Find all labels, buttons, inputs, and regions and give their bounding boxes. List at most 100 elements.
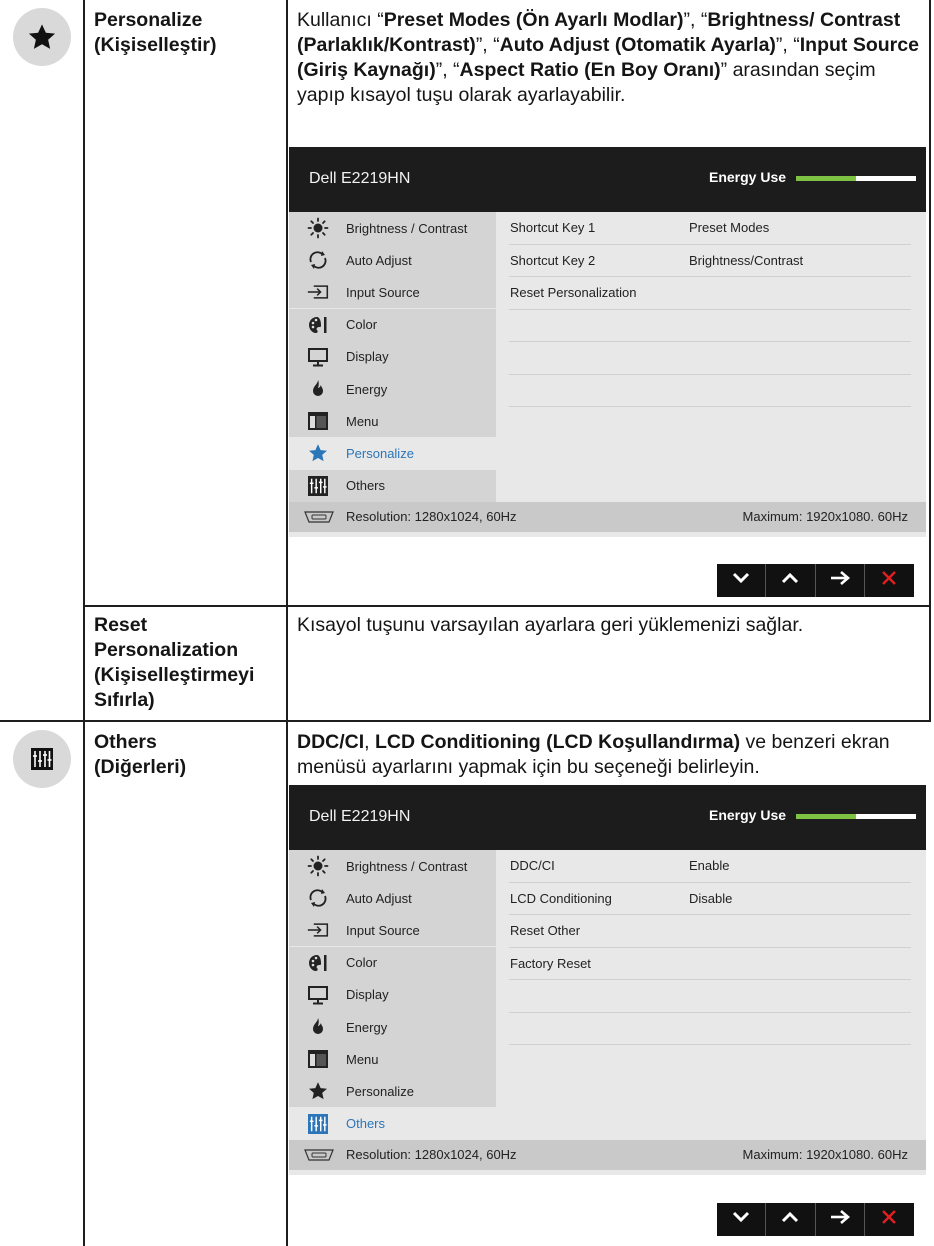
desc-bold: LCD Conditioning (LCD Koşullandırma) — [375, 731, 741, 753]
auto-adjust-icon — [307, 887, 329, 909]
osd-menu-item[interactable]: Menu — [289, 405, 496, 438]
osd-setting-row[interactable]: LCD Conditioning Disable — [509, 883, 911, 915]
osd-model-name: Dell E2219HN — [309, 170, 411, 187]
osd-menu-item[interactable]: Color — [289, 308, 496, 341]
osd-footer: Resolution: 1280x1024, 60Hz Maximum: 192… — [289, 1140, 926, 1170]
osd-setting-key: Shortcut Key 1 — [510, 220, 596, 236]
osd-setting-row[interactable]: DDC/CI Enable — [509, 850, 911, 883]
maximum-resolution-text: Maximum: 1920x1080. 60Hz — [742, 1147, 908, 1162]
osd-menu-item[interactable]: Menu — [289, 1043, 496, 1076]
chevron-up-icon — [780, 1210, 800, 1229]
others-section-icon — [13, 730, 71, 788]
brightness-icon — [307, 217, 329, 239]
reset-label-line1: Reset — [94, 614, 148, 636]
energy-use-bar — [796, 814, 916, 819]
osd-menu-item[interactable]: Energy — [289, 1011, 496, 1043]
personalize-icon — [307, 1080, 329, 1102]
osd-menu-item[interactable]: Input Source — [289, 276, 496, 309]
osd-setting-row[interactable]: Reset Other — [509, 915, 911, 948]
personalize-icon — [307, 442, 329, 464]
osd-menu-item[interactable]: Display — [289, 978, 496, 1011]
table-border-left — [83, 0, 85, 1246]
osd-setting-row[interactable]: Factory Reset — [509, 948, 911, 980]
energy-use-fill — [796, 814, 856, 819]
chevron-down-button[interactable] — [717, 1203, 767, 1236]
close-button[interactable] — [865, 564, 914, 597]
color-icon — [307, 952, 329, 974]
osd-empty-row — [509, 310, 911, 342]
osd-menu-item[interactable]: Others — [289, 1107, 496, 1140]
osd-menu-item-label: Color — [346, 955, 378, 971]
osd-menu-item-label: Brightness / Contrast — [346, 220, 468, 236]
brightness-icon — [307, 855, 329, 877]
osd-menu-item[interactable]: Brightness / Contrast — [289, 850, 496, 882]
osd-menu-item[interactable]: Energy — [289, 373, 496, 405]
resolution-connector-icon — [302, 510, 336, 527]
osd-setting-row[interactable]: Shortcut Key 2 Brightness/Contrast — [509, 245, 911, 277]
osd-setting-row[interactable]: Shortcut Key 1 Preset Modes — [509, 212, 911, 245]
others-label-line2: (Diğerleri) — [94, 756, 187, 778]
osd-setting-key: Reset Other — [510, 923, 581, 939]
osd-menu-item[interactable]: Auto Adjust — [289, 882, 496, 915]
reset-label-line2: Personalization — [94, 639, 239, 661]
osd-menu-item[interactable]: Personalize — [289, 437, 496, 470]
chevron-up-icon — [780, 571, 800, 590]
arrow-right-icon — [829, 570, 851, 591]
desc-bold: Auto Adjust (Otomatik Ayarla) — [499, 34, 776, 56]
osd-setting-value: Enable — [689, 858, 730, 874]
osd-content: Shortcut Key 1 Preset Modes Shortcut Key 2… — [496, 212, 926, 502]
osd-menu-item[interactable]: Auto Adjust — [289, 244, 496, 277]
osd-empty-row — [509, 342, 911, 375]
desc-text: ”, “ — [435, 59, 460, 81]
osd-personalize: Dell E2219HN Energy Use Brightness / Con… — [289, 147, 926, 537]
others-icon — [307, 475, 329, 497]
resolution-text: Resolution: 1280x1024, 60Hz — [346, 509, 517, 524]
chevron-down-button[interactable] — [717, 564, 767, 597]
osd-empty-row — [509, 375, 911, 407]
chevron-down-icon — [731, 1210, 751, 1229]
osd-menu-item-label: Energy — [346, 1019, 388, 1035]
osd-menu-item[interactable]: Display — [289, 340, 496, 373]
osd-menu-item-label: Input Source — [346, 284, 420, 300]
osd-menu-item-label: Energy — [346, 381, 388, 397]
personalize-label-line2: (Kişiselleştir) — [94, 34, 217, 56]
reset-personalization-description: Kısayol tuşunu varsayılan ayarlara geri … — [297, 614, 804, 636]
personalize-description: Kullanıcı “Preset Modes (Ön Ayarlı Modla… — [297, 8, 925, 108]
osd-menu: Brightness / Contrast Auto Adjust Input So… — [289, 212, 496, 502]
osd-menu-item[interactable]: Color — [289, 946, 496, 979]
chevron-down-icon — [731, 571, 751, 590]
osd-menu-item[interactable]: Brightness / Contrast — [289, 212, 496, 244]
osd-menu-item-label: Others — [346, 1116, 386, 1132]
others-label-line1: Others — [94, 731, 157, 753]
close-icon — [880, 1208, 898, 1231]
close-button[interactable] — [865, 1203, 914, 1236]
osd-header: Dell E2219HN Energy Use — [289, 785, 926, 850]
personalize-label-line1: Personalize — [94, 9, 203, 31]
osd-model-name: Dell E2219HN — [309, 808, 411, 825]
arrow-right-button[interactable] — [816, 564, 865, 597]
row-divider-others — [0, 720, 931, 722]
osd-menu-item[interactable]: Personalize — [289, 1075, 496, 1108]
osd-menu-item-label: Menu — [346, 1051, 379, 1067]
others-label: Others (Diğerleri) — [94, 730, 284, 780]
osd-setting-value: Brightness/Contrast — [689, 252, 804, 268]
osd-menu-item[interactable]: Others — [289, 469, 496, 502]
osd-menu-item-label: Menu — [346, 413, 379, 429]
osd-setting-row[interactable]: Reset Personalization — [509, 277, 911, 310]
chevron-up-button[interactable] — [766, 564, 816, 597]
osd-menu-item-label: Display — [346, 349, 389, 365]
osd-menu-item[interactable]: Input Source — [289, 914, 496, 947]
desc-text: ”, “ — [775, 34, 800, 56]
osd-nav-buttons — [717, 564, 914, 597]
others-description: DDC/CI, LCD Conditioning (LCD Koşullandı… — [297, 730, 925, 780]
chevron-up-button[interactable] — [766, 1203, 816, 1236]
osd-setting-value: Preset Modes — [689, 220, 770, 236]
energy-icon — [307, 378, 329, 400]
osd-setting-key: Shortcut Key 2 — [510, 252, 596, 268]
resolution-connector-icon — [302, 1148, 336, 1165]
arrow-right-button[interactable] — [816, 1203, 865, 1236]
desc-bold: DDC/CI — [297, 731, 365, 753]
energy-use-fill — [796, 176, 856, 181]
osd-menu-item-label: Others — [346, 478, 386, 494]
desc-text: Kullanıcı “ — [297, 9, 384, 31]
